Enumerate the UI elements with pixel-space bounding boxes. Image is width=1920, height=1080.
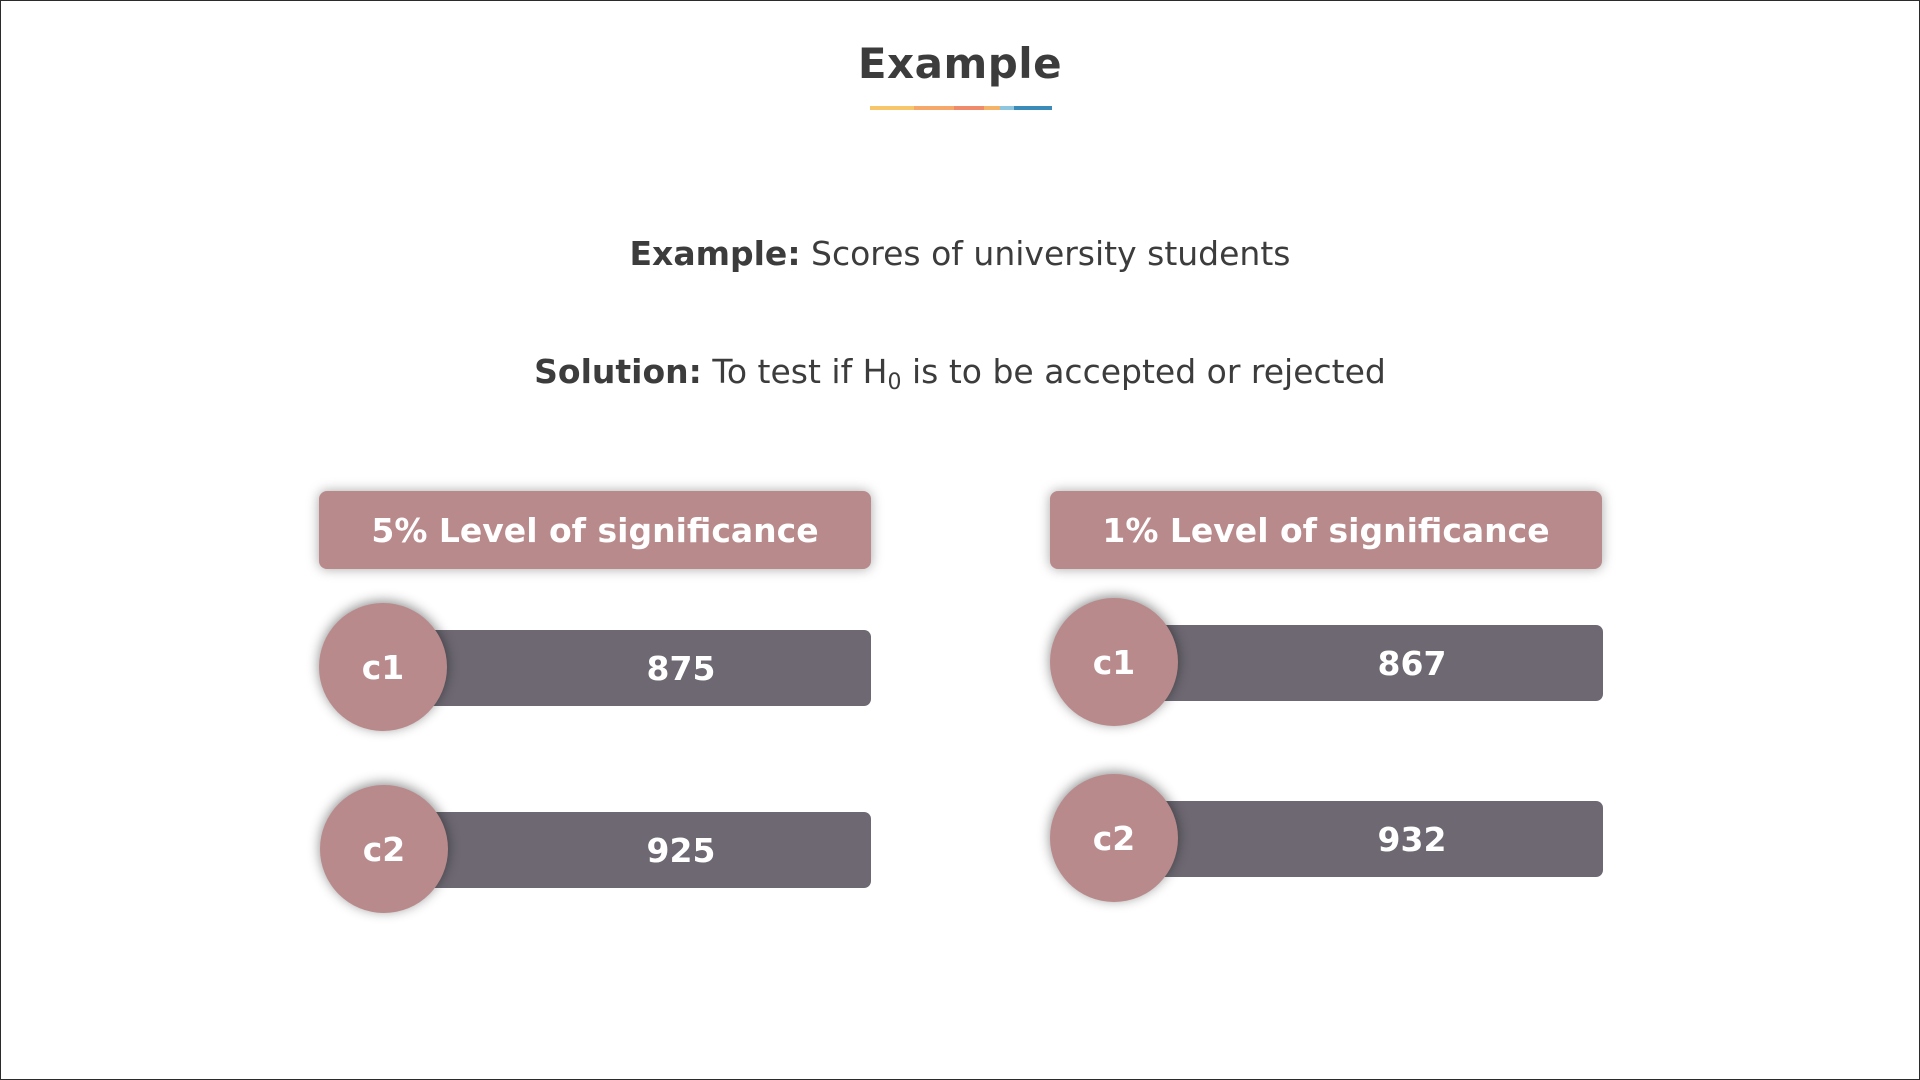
title-underline — [870, 106, 1052, 110]
underline-segment — [870, 106, 914, 110]
example-label: Example: — [629, 234, 801, 273]
panel-header-1-percent: 1% Level of significance — [1050, 491, 1602, 569]
underline-segment — [914, 106, 954, 110]
underline-segment — [984, 106, 1000, 110]
solution-line: Solution: To test if H0 is to be accepte… — [1, 352, 1919, 394]
underline-segment — [1000, 106, 1014, 110]
slide-title: Example — [857, 39, 1063, 88]
value-bar-right-c2: 932 — [1151, 801, 1603, 877]
value-bar-left-c1: 875 — [421, 630, 871, 706]
label-circle-right-c1: c1 — [1050, 598, 1178, 726]
label-circle-left-c2: c2 — [320, 785, 448, 913]
solution-subscript: 0 — [887, 370, 902, 395]
example-text: Scores of university students — [800, 234, 1291, 273]
value-bar-left-c2: 925 — [421, 812, 871, 888]
panel-header-5-percent: 5% Level of significance — [319, 491, 871, 569]
example-line: Example: Scores of university students — [1, 234, 1919, 273]
solution-text-before: To test if H — [701, 352, 888, 391]
value-bar-right-c1: 867 — [1151, 625, 1603, 701]
solution-label: Solution: — [534, 352, 702, 391]
underline-segment — [954, 106, 984, 110]
label-circle-left-c1: c1 — [319, 603, 447, 731]
label-circle-right-c2: c2 — [1050, 774, 1178, 902]
solution-text-after: is to be accepted or rejected — [901, 352, 1386, 391]
slide: Example Example: Scores of university st… — [0, 0, 1920, 1080]
underline-segment — [1014, 106, 1052, 110]
